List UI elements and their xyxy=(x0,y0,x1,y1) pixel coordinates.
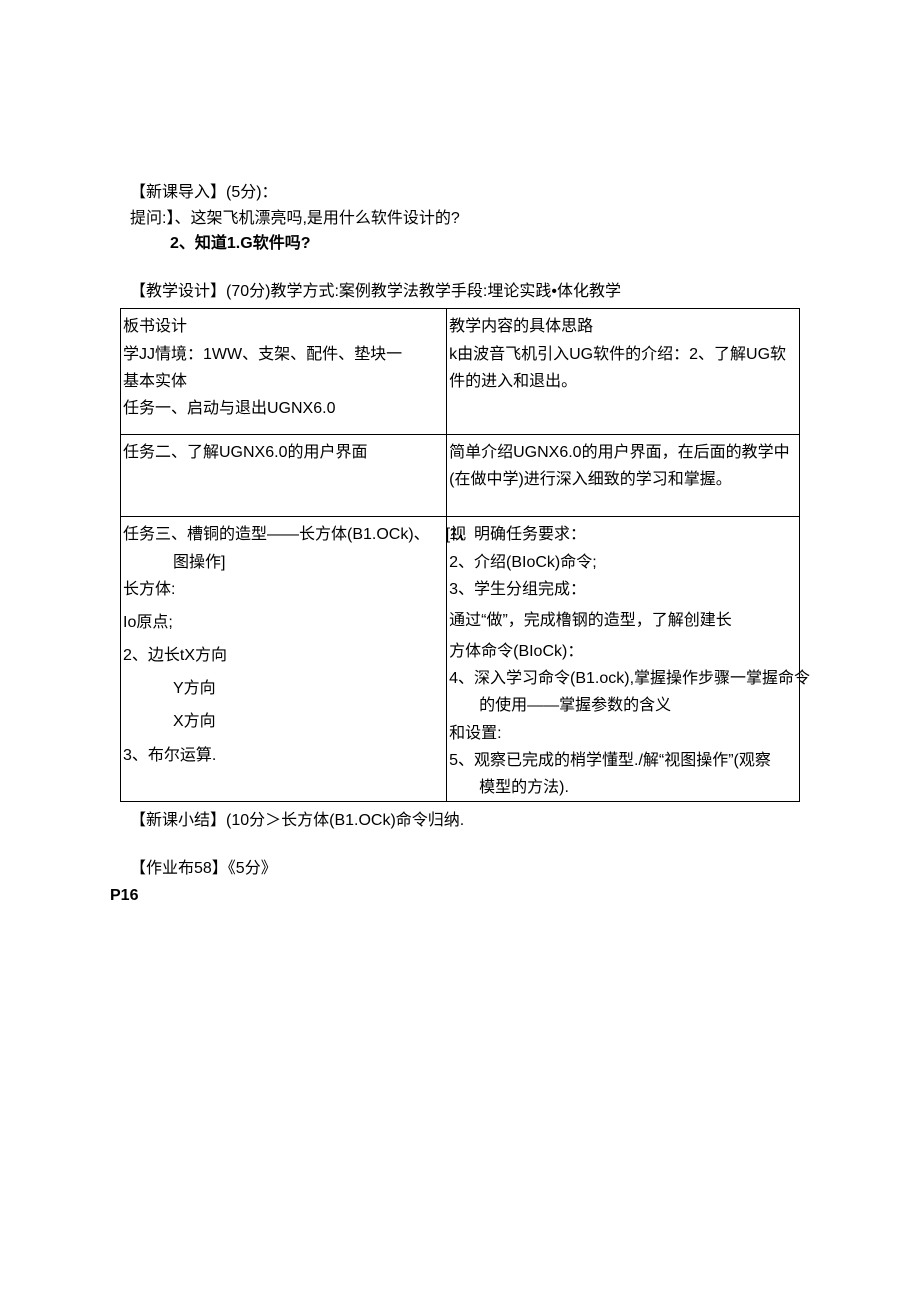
r1r-line2: k由波音飞机引入UG软件的介绍：2、了解UG软件的进入和退出。 xyxy=(449,341,797,395)
cell-r2-right: 简单介绍UGNX6.0的用户界面，在后面的教学中(在做中学)进行深入细致的学习和… xyxy=(447,435,800,517)
table-row: 任务三、槽铜的造型——长方体(B1.OCk)、 [视 图操作] 长方体: Io原… xyxy=(121,517,800,802)
r3r-line8: 和设置: xyxy=(449,720,797,747)
page-ref: P16 xyxy=(110,883,800,909)
intro-question-1: 提问:】、这架飞机漂亮吗,是用什么软件设计的? xyxy=(120,206,800,232)
r3r-line7: 的使用——掌握参数的含义 xyxy=(449,692,797,719)
cell-r1-left: 板书设计 学JJ情境：1WW、支架、配件、垫块一 基本实体 任务一、启动与退出U… xyxy=(121,309,447,435)
r3l-line8: 3、布尔运算. xyxy=(123,742,444,769)
r3l-line6: Y方向 xyxy=(123,675,444,702)
intro-title: 【新课导入】(5分)： xyxy=(120,180,800,206)
r3l-line1: 任务三、槽铜的造型——长方体(B1.OCk)、 [视 xyxy=(123,521,444,548)
r3r-line2: 2、介绍(BIoCk)命令; xyxy=(449,549,797,576)
cell-r2-left: 任务二、了解UGNX6.0的用户界面 xyxy=(121,435,447,517)
homework: 【作业布58】《5分》 xyxy=(130,856,800,882)
lesson-table: 板书设计 学JJ情境：1WW、支架、配件、垫块一 基本实体 任务一、启动与退出U… xyxy=(120,308,800,802)
intro-question-2: 2、知道1.G软件吗? xyxy=(120,231,800,257)
r1l-line2: 学JJ情境：1WW、支架、配件、垫块一 xyxy=(123,341,444,368)
r3r-line10: 模型的方法). xyxy=(449,774,797,801)
r3l-line7: X方向 xyxy=(123,708,444,735)
r3l-line2: 图操作] xyxy=(123,549,444,576)
document-page: 【新课导入】(5分)： 提问:】、这架飞机漂亮吗,是用什么软件设计的? 2、知道… xyxy=(0,0,920,1301)
r3r-line3: 3、学生分组完成： xyxy=(449,576,797,603)
r3r-line6: 4、深入学习命令(B1.ock),掌握操作步骤一掌握命令 xyxy=(449,665,797,692)
r3r-line5: 方体命令(BIoCk)： xyxy=(449,638,797,665)
table-row: 任务二、了解UGNX6.0的用户界面 简单介绍UGNX6.0的用户界面，在后面的… xyxy=(121,435,800,517)
r3l-line4: Io原点; xyxy=(123,609,444,636)
lesson-summary: 【新课小结】(10分＞长方体(B1.OCk)命令归纳. xyxy=(120,808,800,834)
cell-r1-right: 教学内容的具体思路 k由波音飞机引入UG软件的介绍：2、了解UG软件的进入和退出… xyxy=(447,309,800,435)
table-row: 板书设计 学JJ情境：1WW、支架、配件、垫块一 基本实体 任务一、启动与退出U… xyxy=(121,309,800,435)
r3r-line4: 通过“做”，完成橹钢的造型，了解创建长 xyxy=(449,607,797,634)
r1l-line4: 任务一、启动与退出UGNX6.0 xyxy=(123,395,444,422)
r1l-line3: 基本实体 xyxy=(123,368,444,395)
cell-r3-right: 1、明确任务要求： 2、介绍(BIoCk)命令; 3、学生分组完成： 通过“做”… xyxy=(447,517,800,802)
r3r-line9: 5、观察已完成的梢学懂型./解“视图操作”(观察 xyxy=(449,747,797,774)
r3r-line1: 1、明确任务要求： xyxy=(449,521,797,548)
r1l-line1: 板书设计 xyxy=(123,313,444,340)
r1r-line1: 教学内容的具体思路 xyxy=(449,313,797,340)
r3l-line5: 2、边长tX方向 xyxy=(123,642,444,669)
r3l-line3: 长方体: xyxy=(123,576,444,603)
r2l-line1: 任务二、了解UGNX6.0的用户界面 xyxy=(123,439,444,466)
cell-r3-left: 任务三、槽铜的造型——长方体(B1.OCk)、 [视 图操作] 长方体: Io原… xyxy=(121,517,447,802)
design-title: 【教学设计】(70分)教学方式:案例教学法教学手段:埋论实践•体化教学 xyxy=(120,279,800,305)
r2r-line1: 简单介绍UGNX6.0的用户界面，在后面的教学中(在做中学)进行深入细致的学习和… xyxy=(449,439,797,493)
